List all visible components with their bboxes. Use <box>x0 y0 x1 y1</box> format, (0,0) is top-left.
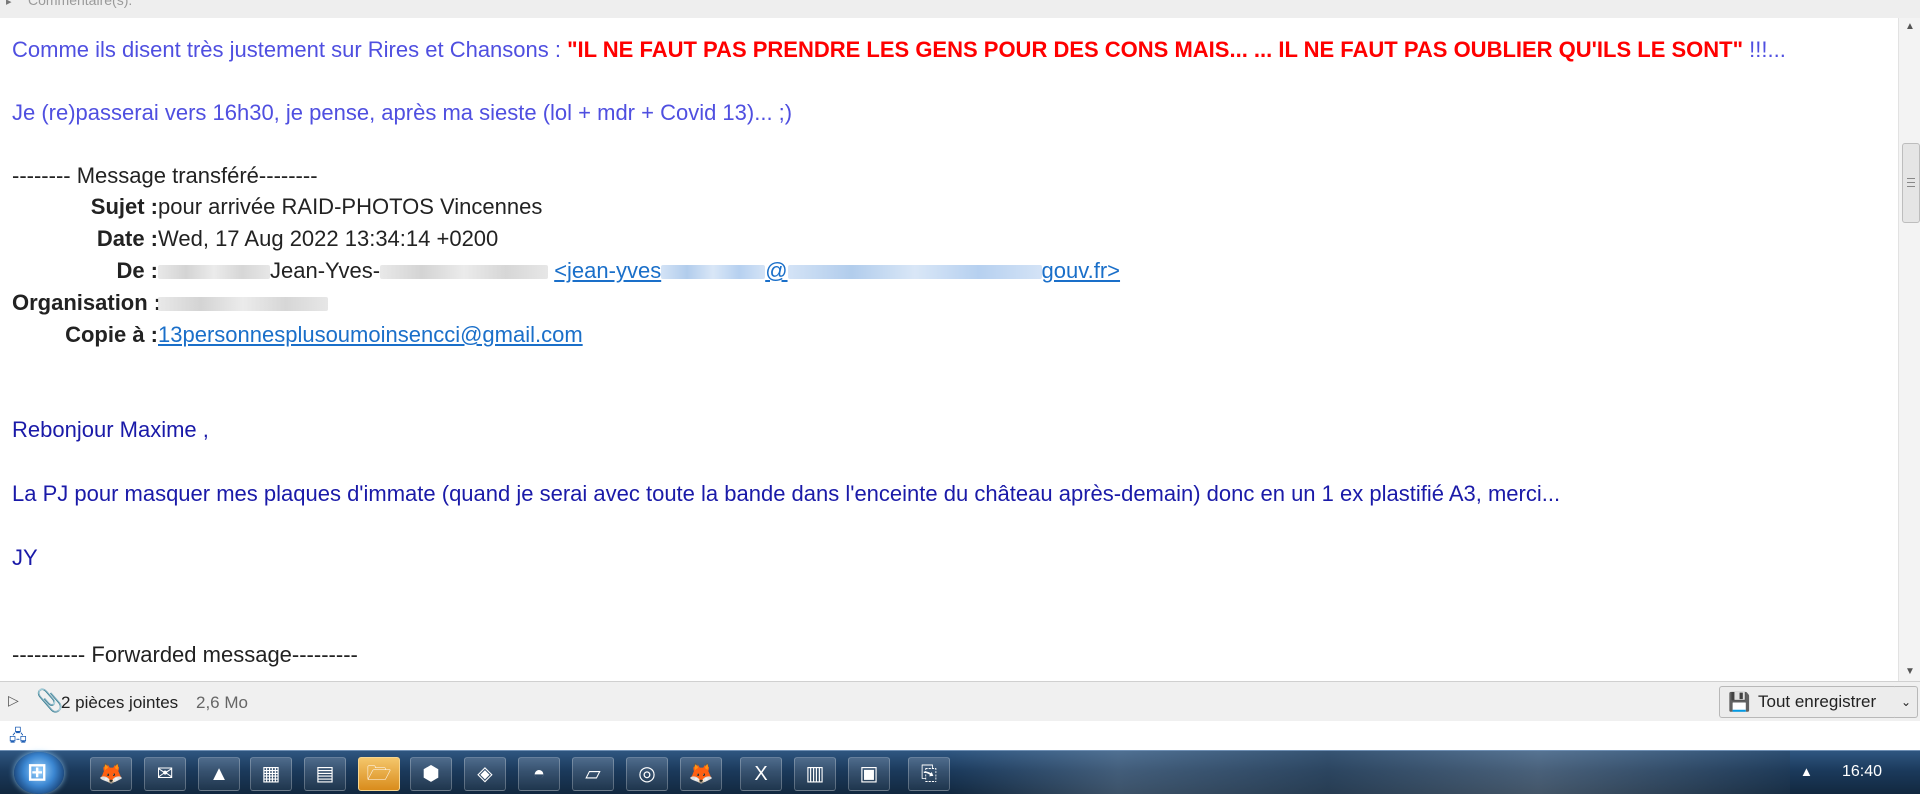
comments-label: Commentaire(s). <box>28 0 133 8</box>
excel-icon[interactable]: X <box>740 757 782 791</box>
from-name: Jean-Yves- <box>270 258 381 283</box>
maps-icon[interactable]: ◈ <box>464 757 506 791</box>
attachment-size: 2,6 Mo <box>196 693 248 712</box>
subject-value: pour arrivée RAID-PHOTOS Vincennes <box>158 194 543 219</box>
sheet-icon[interactable]: ▥ <box>794 757 836 791</box>
scroll-thumb[interactable] <box>1902 143 1920 223</box>
save-dropdown-icon[interactable]: ⌄ <box>1895 686 1918 718</box>
intro-quote: "IL NE FAUT PAS PRENDRE LES GENS POUR DE… <box>567 37 1744 62</box>
signature: JY <box>12 545 38 570</box>
expand-attachments-icon[interactable]: ▷ <box>8 692 19 709</box>
nap-line: Je (re)passerai vers 16h30, je pense, ap… <box>12 100 793 125</box>
scroll-up-icon[interactable]: ▲ <box>1899 18 1920 36</box>
photo-icon[interactable]: ▦ <box>250 757 292 791</box>
vertical-scrollbar[interactable]: ▲ ▼ <box>1898 18 1920 681</box>
taskbar: ⊞ 🦊 ✉ ▲ ▦ ▤ 🗁 ⬢ ◈ ◓ ▱ ◎ 🦊 X ▥ ▣ ⎘ ▲ 16:4… <box>0 750 1920 794</box>
start-button[interactable]: ⊞ <box>14 752 64 794</box>
clock[interactable]: 16:40 <box>1842 763 1882 781</box>
floppy-disk-icon: 💾 <box>1728 692 1751 712</box>
from-label: De : <box>116 258 158 283</box>
windows-logo-icon: ⊞ <box>27 759 48 786</box>
organisation-row: Organisation : <box>12 289 328 317</box>
firefox-icon-2[interactable]: 🦊 <box>680 757 722 791</box>
window-icon[interactable]: ▣ <box>848 757 890 791</box>
paper-icon[interactable]: ▱ <box>572 757 614 791</box>
pdf-icon[interactable]: ⎘ <box>908 757 950 791</box>
tray-arrow-icon[interactable]: ▲ <box>1800 764 1813 779</box>
body-text: La PJ pour masquer mes plaques d'immate … <box>12 481 1561 506</box>
globe-icon[interactable]: ◎ <box>626 757 668 791</box>
redacted-block <box>787 265 1042 280</box>
redacted-block <box>158 297 328 312</box>
intro-tail: !!!... <box>1743 37 1786 62</box>
date-label: Date : <box>96 226 158 251</box>
thunderbird-icon[interactable]: ✉ <box>144 757 186 791</box>
firefox-icon[interactable]: 🦊 <box>90 757 132 791</box>
forward-header: -------- Message transféré-------- <box>12 163 318 188</box>
subject-row: Sujet :pour arrivée RAID-PHOTOS Vincenne… <box>12 193 543 221</box>
greeting: Rebonjour Maxime , <box>12 417 209 442</box>
subject-label: Sujet : <box>90 194 158 219</box>
app-shield-icon[interactable]: ⬢ <box>410 757 452 791</box>
from-row: De : Jean-Yves- <jean-yves @ gouv.fr> <box>12 257 1120 285</box>
save-all-label: Tout enregistrer <box>1758 692 1877 711</box>
redacted-block <box>380 265 549 280</box>
cc-row: Copie à :13personnesplusoumoinsencci@gma… <box>12 321 583 349</box>
document-icon[interactable]: ▤ <box>304 757 346 791</box>
from-email-link[interactable]: <jean-yves @ gouv.fr> <box>554 258 1120 283</box>
date-row: Date :Wed, 17 Aug 2022 13:34:14 +0200 <box>12 225 498 253</box>
network-icon[interactable]: 🖧 <box>9 725 27 752</box>
comments-bar[interactable]: ▸ Commentaire(s). <box>0 0 1920 19</box>
cc-email-link[interactable]: 13personnesplusoumoinsencci@gmail.com <box>158 322 583 347</box>
folder-icon[interactable]: 🗁 <box>358 757 400 791</box>
status-row: 🖧 <box>0 721 1920 750</box>
attachment-bar: ▷ 📎 2 pièces jointes 2,6 Mo 💾 Tout enreg… <box>0 681 1920 723</box>
save-all-button[interactable]: 💾 Tout enregistrer <box>1719 686 1897 718</box>
paperclip-icon: 📎 <box>36 688 64 713</box>
hat-icon[interactable]: ◓ <box>518 757 560 791</box>
forwarded-header: ---------- Forwarded message--------- <box>12 642 358 667</box>
cc-label: Copie à : <box>65 322 158 347</box>
message-body: Comme ils disent très justement sur Rire… <box>0 18 1898 681</box>
date-value: Wed, 17 Aug 2022 13:34:14 +0200 <box>158 226 499 251</box>
redacted-block <box>158 265 270 280</box>
expand-triangle-icon[interactable]: ▸ <box>6 0 12 8</box>
organisation-label: Organisation : <box>12 290 162 315</box>
scroll-down-icon[interactable]: ▼ <box>1899 663 1920 681</box>
redacted-block <box>661 265 766 280</box>
intro-lead: Comme ils disent très justement sur Rire… <box>12 37 568 62</box>
intro-line: Comme ils disent très justement sur Rire… <box>12 36 1786 64</box>
vlc-icon[interactable]: ▲ <box>198 757 240 791</box>
attachment-count[interactable]: 2 pièces jointes <box>61 693 178 713</box>
